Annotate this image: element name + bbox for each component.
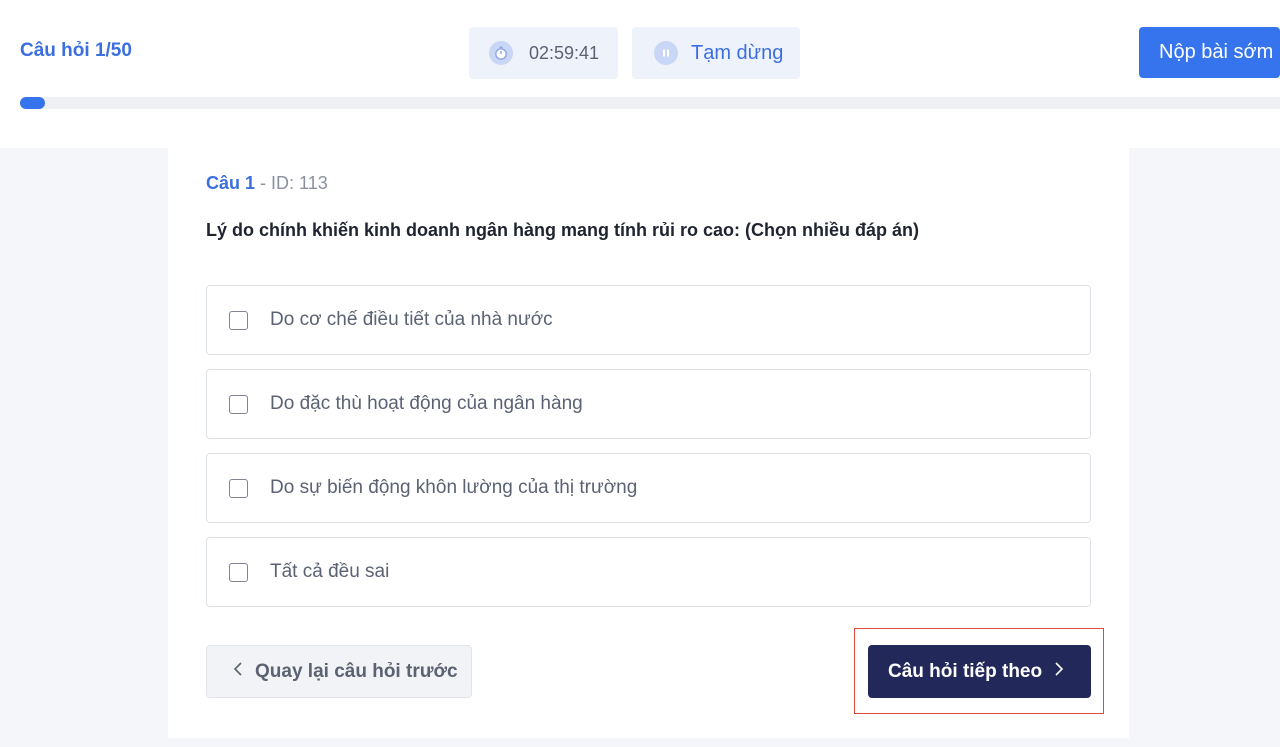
- chevron-right-icon: [1054, 661, 1064, 683]
- answer-label: Do cơ chế điều tiết của nhà nước: [270, 309, 553, 330]
- pause-label: Tạm dừng: [691, 41, 784, 64]
- answer-option[interactable]: Tất cả đều sai: [206, 537, 1091, 607]
- previous-question-button[interactable]: Quay lại câu hỏi trước: [206, 645, 472, 698]
- question-id: ID: 113: [271, 173, 328, 193]
- timer: 02:59:41: [469, 27, 618, 79]
- progress-bar: [20, 97, 1280, 109]
- pause-button[interactable]: Tạm dừng: [632, 27, 800, 79]
- answer-options: Do cơ chế điều tiết của nhà nước Do đặc …: [206, 285, 1091, 621]
- answer-checkbox[interactable]: [229, 562, 248, 582]
- question-counter: Câu hỏi 1/50: [20, 40, 132, 61]
- answer-option[interactable]: Do đặc thù hoạt động của ngân hàng: [206, 369, 1091, 439]
- submit-early-button[interactable]: Nộp bài sớm: [1139, 27, 1280, 78]
- answer-label: Do đặc thù hoạt động của ngân hàng: [270, 393, 583, 414]
- answer-label: Tất cả đều sai: [270, 561, 390, 582]
- question-text: Lý do chính khiến kinh doanh ngân hàng m…: [206, 220, 919, 240]
- answer-checkbox[interactable]: [229, 394, 248, 414]
- next-question-button[interactable]: Câu hỏi tiếp theo: [868, 645, 1091, 698]
- top-bar: Câu hỏi 1/50 02:59:41 Tạm dừng Nộp bài s…: [0, 0, 1280, 148]
- answer-checkbox[interactable]: [229, 478, 248, 498]
- progress-fill: [20, 97, 46, 109]
- question-separator: -: [255, 173, 272, 193]
- answer-option[interactable]: Do cơ chế điều tiết của nhà nước: [206, 285, 1091, 355]
- timer-value: 02:59:41: [529, 42, 600, 63]
- pause-icon: [654, 41, 678, 65]
- question-header: Câu 1 - ID: 113: [206, 173, 328, 194]
- answer-label: Do sự biến động khôn lường của thị trườn…: [270, 477, 638, 498]
- next-question-label: Câu hỏi tiếp theo: [888, 660, 1043, 682]
- answer-checkbox[interactable]: [229, 310, 248, 330]
- previous-question-label: Quay lại câu hỏi trước: [255, 660, 458, 682]
- answer-option[interactable]: Do sự biến động khôn lường của thị trườn…: [206, 453, 1091, 523]
- stopwatch-icon: [489, 41, 513, 65]
- chevron-left-icon: [233, 661, 243, 683]
- question-number: Câu 1: [206, 173, 256, 193]
